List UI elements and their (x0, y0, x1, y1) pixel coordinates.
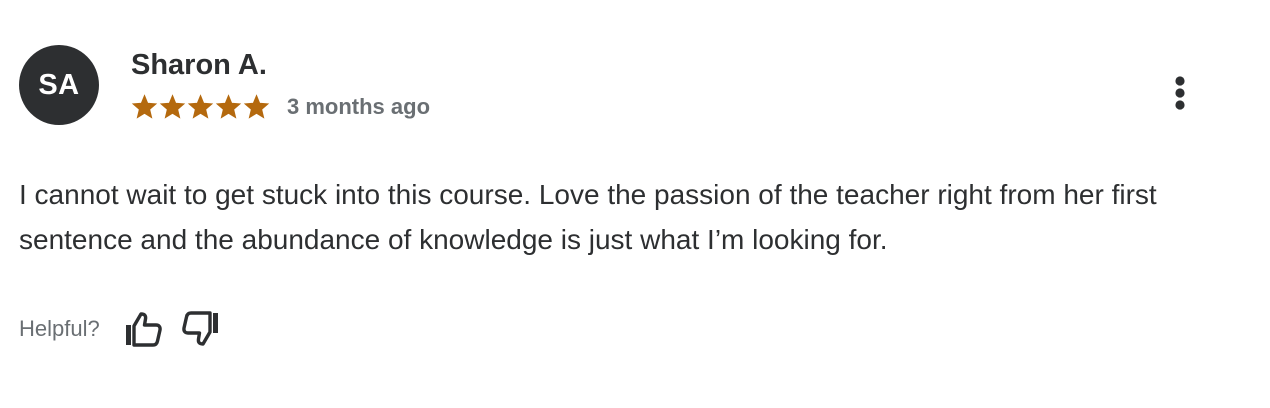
star-icon (243, 94, 270, 119)
star-icon (187, 94, 214, 119)
avatar: SA (19, 45, 99, 125)
thumbs-down-icon (181, 311, 218, 346)
mark-not-helpful-button[interactable] (178, 306, 224, 352)
helpful-row: Helpful? (19, 306, 224, 352)
more-options-button[interactable] (1160, 70, 1200, 116)
mark-helpful-button[interactable] (120, 306, 166, 352)
reviewer-name: Sharon A. (131, 49, 267, 81)
more-vertical-icon (1175, 76, 1185, 110)
helpful-label: Helpful? (19, 316, 100, 341)
thumbs-up-icon (125, 312, 162, 347)
star-icon (159, 94, 186, 119)
star-icon (215, 94, 242, 119)
review-date: 3 months ago (287, 94, 431, 119)
star-icon (131, 94, 158, 119)
review-text: I cannot wait to get stuck into this cou… (19, 179, 1157, 255)
rating-row: 3 months ago (131, 92, 430, 122)
review-card: SA Sharon A. 3 months ago I cannot wait … (0, 0, 1270, 408)
avatar-initials: SA (38, 68, 80, 101)
star-rating (131, 94, 270, 120)
